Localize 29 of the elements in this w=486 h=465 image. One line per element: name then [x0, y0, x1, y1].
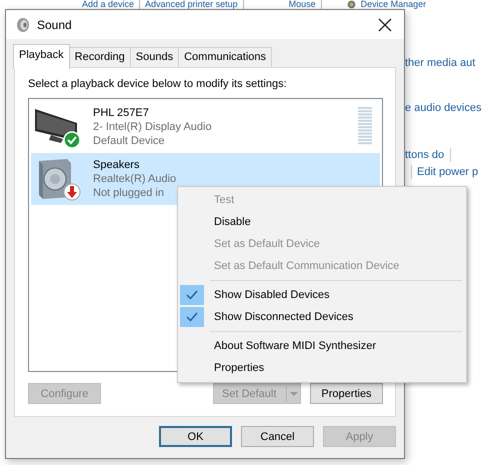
tab[interactable]: Playback	[13, 44, 70, 69]
device-status: Default Device	[93, 134, 165, 148]
caret-icon	[286, 386, 300, 402]
menu-item[interactable]: About Software MIDI Synthesizer	[180, 335, 466, 357]
speaker-icon	[16, 16, 30, 32]
link[interactable]: Device Manager	[360, 0, 432, 9]
button[interactable]: OK	[159, 426, 232, 447]
link[interactable]: ther media aut	[405, 56, 476, 70]
button[interactable]: Properties	[310, 383, 383, 404]
button-label: Set Default	[222, 388, 278, 400]
device-driver: Realtek(R) Audio	[93, 172, 176, 186]
device-icon	[346, 0, 356, 9]
device-name: PHL 257E7	[93, 106, 149, 120]
device-status: Not plugged in	[93, 186, 164, 200]
instruction-text: Select a playback device below to modify its settings:	[28, 78, 288, 90]
menu-item[interactable]: Disable	[180, 211, 466, 233]
device-item[interactable]: PHL 257E7 2- Intel(R) Display Audio Default Device	[31, 101, 380, 153]
menu-item[interactable]: Show Disabled Devices	[180, 284, 466, 306]
level-meter-icon	[358, 107, 372, 145]
device-driver: 2- Intel(R) Display Audio	[93, 120, 212, 134]
tab[interactable]: Communications	[178, 47, 272, 68]
menu-item[interactable]: Show Disconnected Devices	[180, 306, 466, 328]
close-icon[interactable]	[378, 18, 392, 32]
device-name: Speakers	[93, 158, 140, 172]
menu-item[interactable]: Properties	[180, 357, 466, 379]
button[interactable]: Cancel	[241, 426, 314, 447]
window-title: Sound	[37, 18, 73, 32]
link[interactable]: e audio devices	[405, 101, 482, 115]
link[interactable]: Edit power p	[411, 165, 478, 179]
